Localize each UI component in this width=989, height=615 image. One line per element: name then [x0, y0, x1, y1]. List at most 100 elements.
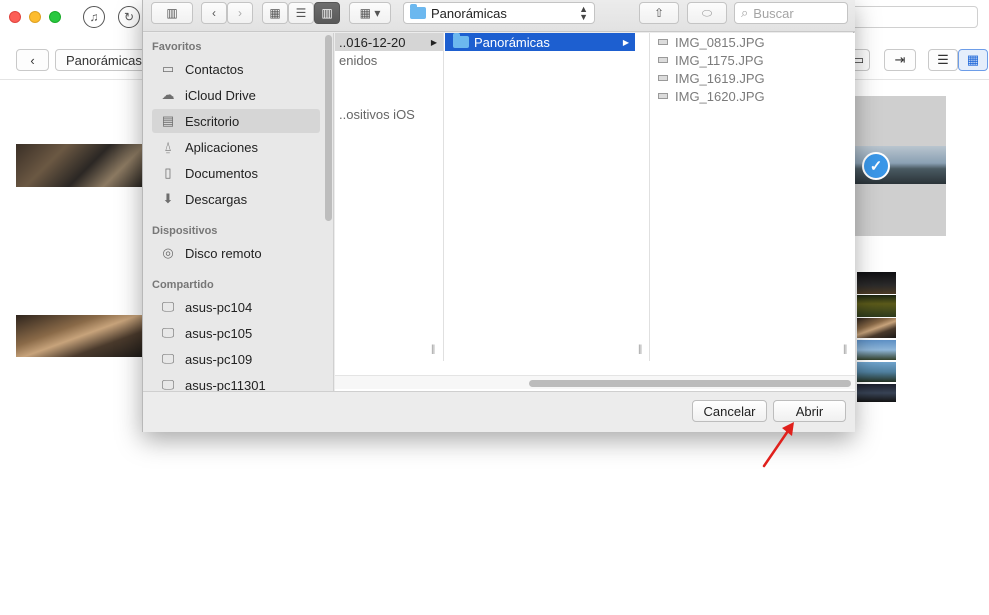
file-name: IMG_1175.JPG: [675, 52, 764, 68]
disclosure-triangle-icon: ▶: [430, 37, 437, 47]
image-file-icon: [658, 57, 668, 63]
computer-icon: 🖵: [161, 351, 175, 366]
sidebar-item-label: Escritorio: [185, 113, 240, 129]
file-name: IMG_1620.JPG: [675, 88, 765, 104]
column-resize-handle[interactable]: ||: [638, 344, 642, 355]
checkmark-icon: ✓: [862, 152, 890, 180]
sidebar-item-label: iCloud Drive: [185, 87, 256, 103]
app-export-icon[interactable]: ⇥: [884, 49, 916, 71]
back-chevron-icon[interactable]: ‹: [201, 2, 227, 24]
refresh-icon[interactable]: ↻: [118, 6, 140, 28]
file-row[interactable]: IMG_1620.JPG: [650, 87, 855, 105]
image-file-icon: [658, 75, 668, 81]
scrollbar-thumb[interactable]: [529, 380, 851, 387]
arrange-menu-icon[interactable]: ▦ ▾: [349, 2, 391, 24]
image-file-icon: [658, 93, 668, 99]
photo-thumbnail[interactable]: [857, 384, 896, 402]
cancel-button[interactable]: Cancelar: [692, 400, 767, 422]
column-resize-handle[interactable]: ||: [431, 344, 435, 355]
folder-icon: [410, 4, 426, 19]
search-field[interactable]: ⌕ Buscar: [734, 2, 848, 24]
downloads-icon: ⬇: [162, 191, 174, 206]
sidebar-item-documentos[interactable]: ▯ Documentos: [152, 161, 320, 185]
column-row-selected[interactable]: Panorámicas ▶: [445, 33, 635, 51]
dialog-button-bar: Cancelar Abrir: [143, 391, 855, 432]
close-window-button[interactable]: [9, 11, 21, 23]
desktop-icon: ▤: [161, 113, 175, 128]
photo-thumbnail[interactable]: [16, 144, 146, 187]
minimize-window-button[interactable]: [29, 11, 41, 23]
sidebar-item-icloud-drive[interactable]: ☁ iCloud Drive: [152, 83, 320, 107]
sidebar-item-aplicaciones[interactable]: ⍙ Aplicaciones: [152, 135, 320, 159]
app-search-field[interactable]: [848, 6, 978, 28]
search-placeholder: Buscar: [753, 5, 794, 21]
breadcrumb-label: Panorámicas: [66, 52, 142, 68]
sidebar-item-label: asus-pc11301: [185, 377, 266, 392]
sidebar-section-devices: Dispositivos: [152, 225, 218, 237]
sidebar-item-label: Disco remoto: [185, 245, 262, 261]
file-row[interactable]: IMG_1175.JPG: [650, 51, 855, 69]
folder-icon: [453, 33, 469, 48]
column-panoramicas: Panorámicas ▶ ||: [444, 33, 650, 361]
disc-icon: ◎: [162, 245, 174, 260]
photo-thumbnail[interactable]: [857, 295, 896, 317]
red-arrow-annotation: [762, 422, 794, 468]
list-view-icon[interactable]: ☰: [928, 49, 958, 71]
column-parent: ..016-12-20 ▶ enidos ..ositivos iOS ||: [335, 33, 444, 361]
list-view-icon[interactable]: ☰: [288, 2, 314, 24]
column-resize-handle[interactable]: ||: [843, 344, 847, 355]
sidebar-item-asus-pc104[interactable]: 🖵 asus-pc104: [152, 295, 320, 319]
file-name: IMG_0815.JPG: [675, 34, 765, 50]
app-back-button[interactable]: ‹: [16, 49, 49, 71]
app-breadcrumb[interactable]: Panorámicas: [55, 49, 155, 71]
horizontal-scrollbar[interactable]: [335, 375, 855, 389]
computer-icon: 🖵: [161, 325, 175, 340]
column-row-label: ..016-12-20: [339, 34, 406, 50]
sidebar-item-descargas[interactable]: ⬇ Descargas: [152, 187, 320, 211]
photo-thumbnail[interactable]: [857, 340, 896, 360]
column-row[interactable]: enidos: [335, 51, 443, 69]
column-row-label: enidos: [339, 52, 378, 68]
open-file-dialog: ▥ ‹ › ▦ ☰ ▥ ▦ ▾ Panorámicas ▲ ▼ ⇧ ⬭ ⌕ Bus…: [142, 0, 855, 432]
sidebar-item-contactos[interactable]: ▭ Contactos: [152, 57, 320, 81]
path-popup[interactable]: Panorámicas ▲ ▼: [403, 2, 595, 24]
file-row[interactable]: IMG_1619.JPG: [650, 69, 855, 87]
column-browser: ..016-12-20 ▶ enidos ..ositivos iOS || P…: [335, 33, 855, 391]
music-note-icon[interactable]: ♫: [83, 6, 105, 28]
photo-thumbnail[interactable]: [857, 318, 896, 338]
column-row[interactable]: ..ositivos iOS: [335, 105, 443, 123]
tag-icon[interactable]: ⬭: [687, 2, 727, 24]
dialog-sidebar: Favoritos ▭ Contactos ☁ iCloud Drive ▤ E…: [143, 33, 334, 391]
sidebar-item-label: Documentos: [185, 165, 258, 181]
documents-icon: ▯: [164, 165, 172, 180]
grid-view-icon[interactable]: ▦: [958, 49, 988, 71]
sidebar-item-disco-remoto[interactable]: ◎ Disco remoto: [152, 241, 320, 265]
cloud-icon: ☁: [161, 87, 175, 102]
sidebar-item-label: asus-pc105: [185, 325, 253, 341]
sidebar-item-label: asus-pc109: [185, 351, 253, 367]
chevron-left-icon: ‹: [30, 52, 35, 68]
icon-view-icon[interactable]: ▦: [262, 2, 288, 24]
file-row[interactable]: IMG_0815.JPG: [650, 33, 855, 51]
photo-thumbnail[interactable]: [857, 272, 896, 294]
sidebar-toggle-icon[interactable]: ▥: [151, 2, 193, 24]
path-popup-label: Panorámicas: [431, 5, 507, 21]
sidebar-item-escritorio[interactable]: ▤ Escritorio: [152, 109, 320, 133]
column-files: IMG_0815.JPG IMG_1175.JPG IMG_1619.JPG I…: [650, 33, 855, 361]
updown-chevron-icon: ▲ ▼: [579, 4, 588, 22]
sidebar-item-asus-pc11301[interactable]: 🖵 asus-pc11301: [152, 373, 320, 391]
column-row[interactable]: ..016-12-20 ▶: [335, 33, 443, 51]
image-file-icon: [658, 39, 668, 45]
zoom-window-button[interactable]: [49, 11, 61, 23]
disclosure-triangle-icon: ▶: [622, 37, 629, 47]
sidebar-scrollbar[interactable]: [325, 35, 332, 221]
share-icon[interactable]: ⇧: [639, 2, 679, 24]
photo-thumbnail[interactable]: [16, 315, 146, 357]
photo-thumbnail[interactable]: [857, 362, 896, 382]
sidebar-item-asus-pc105[interactable]: 🖵 asus-pc105: [152, 321, 320, 345]
forward-chevron-icon[interactable]: ›: [227, 2, 253, 24]
sidebar-item-asus-pc109[interactable]: 🖵 asus-pc109: [152, 347, 320, 371]
column-row-label: Panorámicas: [474, 34, 550, 50]
column-view-icon[interactable]: ▥: [314, 2, 340, 24]
sidebar-item-label: Descargas: [185, 191, 248, 207]
